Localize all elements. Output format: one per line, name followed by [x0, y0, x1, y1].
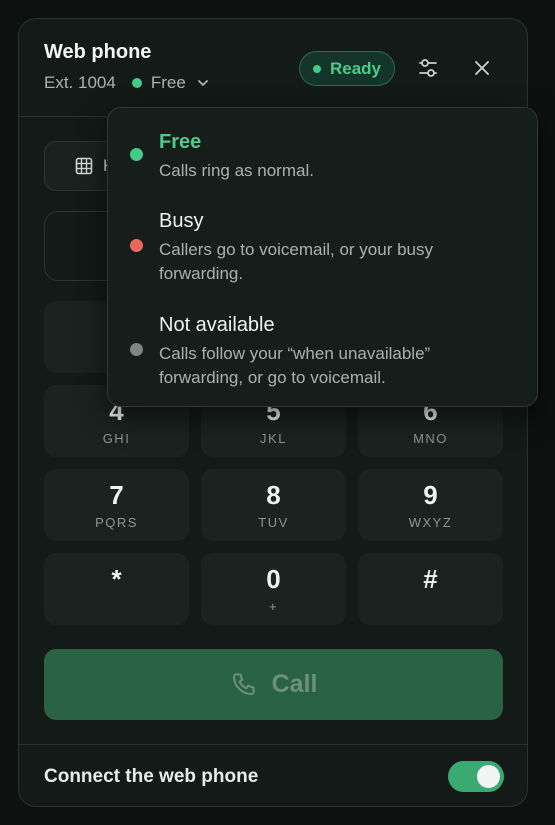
- key-8[interactable]: 8 TUV: [201, 469, 346, 541]
- free-dot-icon: [130, 148, 143, 161]
- chevron-down-icon: [197, 80, 208, 86]
- status-dot-icon: [131, 78, 142, 88]
- option-description: Calls ring as normal.: [159, 161, 314, 180]
- key-letters: MNO: [413, 430, 448, 446]
- status-menu: Free Calls ring as normal. Busy Callers …: [107, 107, 538, 407]
- sliders-icon: [419, 59, 437, 77]
- key-letters: +: [268, 598, 279, 614]
- key-letters: TUV: [258, 514, 289, 530]
- close-button[interactable]: [467, 53, 497, 83]
- busy-dot-icon: [130, 239, 143, 252]
- key-digit: 7: [109, 479, 124, 510]
- call-button[interactable]: Call: [44, 649, 503, 720]
- connect-label: Connect the web phone: [44, 766, 259, 787]
- header: Web phone Ext. 1004 Free Ready: [19, 19, 527, 117]
- footer: Connect the web phone: [19, 744, 527, 806]
- option-title: Busy: [159, 210, 204, 232]
- status-selector[interactable]: Free: [131, 73, 210, 93]
- key-letters: WXYZ: [408, 514, 453, 530]
- settings-button[interactable]: [413, 53, 443, 83]
- ready-label: Ready: [329, 58, 382, 78]
- phone-icon: [232, 672, 255, 695]
- option-title: Not available: [159, 314, 275, 336]
- call-label: Call: [271, 670, 318, 698]
- not-available-dot-icon: [130, 343, 143, 356]
- status-label: Free: [150, 73, 186, 92]
- key-star[interactable]: *: [44, 553, 189, 625]
- toggle-knob: [477, 765, 500, 788]
- key-digit: 0: [266, 563, 281, 594]
- option-description: Callers go to voicemail, or your busy fo…: [159, 240, 434, 283]
- key-digit: *: [111, 563, 122, 594]
- extension-label: Ext. 1004: [44, 73, 116, 92]
- key-digit: 8: [266, 479, 281, 510]
- option-title: Free: [159, 131, 202, 153]
- key-hash[interactable]: #: [358, 553, 503, 625]
- key-digit: #: [423, 563, 438, 594]
- key-9[interactable]: 9 WXYZ: [358, 469, 503, 541]
- key-digit: 9: [423, 479, 438, 510]
- ready-badge: Ready: [299, 51, 395, 86]
- key-7[interactable]: 7 PQRS: [44, 469, 189, 541]
- status-line: Ext. 1004 Free: [44, 73, 210, 93]
- panel-title: Web phone: [44, 41, 152, 63]
- ready-dot-icon: [312, 64, 321, 73]
- key-letters: GHI: [102, 430, 131, 446]
- connect-toggle[interactable]: [448, 761, 504, 792]
- key-letters: JKL: [260, 430, 287, 446]
- key-letters: PQRS: [95, 514, 138, 530]
- close-icon: [475, 61, 489, 75]
- option-description: Calls follow your “when unavailable” for…: [159, 344, 431, 387]
- key-0[interactable]: 0 +: [201, 553, 346, 625]
- grid-icon: [75, 157, 93, 175]
